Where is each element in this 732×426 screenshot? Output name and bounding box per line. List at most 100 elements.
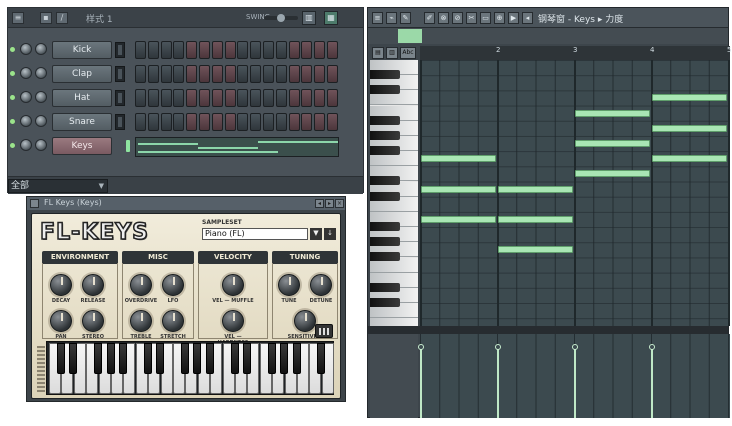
- step-button[interactable]: [263, 113, 274, 131]
- swing-slider-handle[interactable]: [277, 14, 285, 22]
- step-button[interactable]: [173, 113, 185, 131]
- menu-icon[interactable]: ≡: [12, 12, 24, 24]
- note-names-icon[interactable]: Abc: [400, 47, 416, 59]
- piano-roll-keys[interactable]: [370, 60, 418, 334]
- black-key[interactable]: [94, 343, 103, 374]
- channel-pan-knob[interactable]: [35, 43, 47, 55]
- black-key[interactable]: [143, 343, 152, 374]
- step-button[interactable]: [314, 41, 326, 59]
- step-button[interactable]: [288, 113, 300, 131]
- channel-select-led[interactable]: [126, 140, 130, 152]
- event-editor-divider[interactable]: [368, 326, 728, 334]
- swing-slider[interactable]: [264, 14, 298, 22]
- piano-black-key[interactable]: [370, 115, 400, 125]
- step-button[interactable]: [199, 65, 210, 83]
- black-key[interactable]: [193, 343, 202, 374]
- mute-icon[interactable]: ⊘: [452, 12, 463, 24]
- piano-black-key[interactable]: [370, 191, 400, 201]
- knob-control[interactable]: [310, 274, 332, 296]
- step-button[interactable]: [135, 65, 146, 83]
- step-button[interactable]: [237, 113, 249, 131]
- step-button[interactable]: [173, 41, 185, 59]
- note[interactable]: [498, 246, 573, 254]
- knob-control[interactable]: [50, 310, 72, 332]
- step-button[interactable]: [211, 113, 223, 131]
- timeline-ruler[interactable]: 2 3 4 5: [420, 46, 731, 60]
- step-button[interactable]: [186, 113, 198, 131]
- step-button[interactable]: [237, 65, 249, 83]
- black-key[interactable]: [69, 343, 78, 374]
- channel-led-icon[interactable]: [10, 119, 15, 124]
- knob-control[interactable]: [82, 274, 104, 296]
- channel-led-icon[interactable]: [10, 71, 15, 76]
- step-button[interactable]: [135, 41, 146, 59]
- channel-volume-knob[interactable]: [20, 91, 32, 103]
- note[interactable]: [652, 94, 727, 102]
- velocity-stem[interactable]: [497, 346, 499, 418]
- note[interactable]: [652, 155, 727, 163]
- step-button[interactable]: [160, 113, 172, 131]
- velocity-stem[interactable]: [574, 346, 576, 418]
- step-button[interactable]: [275, 89, 287, 107]
- graph-icon[interactable]: ∕: [56, 12, 68, 24]
- black-key[interactable]: [317, 343, 326, 374]
- step-button[interactable]: [224, 113, 236, 131]
- step-button[interactable]: [250, 113, 262, 131]
- black-key[interactable]: [57, 343, 65, 374]
- step-button[interactable]: [250, 65, 262, 83]
- delete-icon[interactable]: ⊗: [438, 12, 449, 24]
- step-button[interactable]: [211, 65, 223, 83]
- piano-black-key[interactable]: [370, 70, 400, 79]
- chevron-down-icon[interactable]: ▼: [310, 228, 322, 240]
- black-key[interactable]: [119, 343, 127, 374]
- step-button[interactable]: [135, 89, 146, 107]
- knob-control[interactable]: [278, 274, 300, 296]
- step-button[interactable]: [275, 113, 287, 131]
- zoom-icon[interactable]: ⊕: [494, 12, 505, 24]
- velocity-stem[interactable]: [651, 346, 653, 418]
- channel-name-button[interactable]: Snare: [52, 113, 112, 131]
- pattern-selector[interactable]: 样式 1: [86, 12, 113, 25]
- channel-pan-knob[interactable]: [35, 115, 47, 127]
- piano-black-key[interactable]: [370, 237, 400, 247]
- piano-black-key[interactable]: [370, 85, 400, 95]
- step-button[interactable]: [314, 89, 326, 107]
- plugin-menu-icon[interactable]: [30, 199, 39, 208]
- close-icon[interactable]: ×: [335, 199, 344, 208]
- step-button[interactable]: [147, 41, 159, 59]
- prev-preset-icon[interactable]: ◂: [315, 199, 324, 208]
- step-button[interactable]: [288, 65, 300, 83]
- velocity-stem[interactable]: [420, 346, 422, 418]
- channel-led-icon[interactable]: [10, 47, 15, 52]
- black-key[interactable]: [292, 343, 301, 374]
- note[interactable]: [421, 185, 496, 193]
- channel-led-icon[interactable]: [10, 95, 15, 100]
- knob-control[interactable]: [130, 310, 152, 332]
- step-button[interactable]: [160, 41, 172, 59]
- keyboard-icon[interactable]: [315, 324, 333, 338]
- menu-icon[interactable]: ≡: [372, 12, 383, 24]
- note[interactable]: [575, 170, 650, 178]
- channel-name-button[interactable]: Keys: [52, 137, 112, 155]
- step-button[interactable]: [147, 113, 159, 131]
- sampleset-menu-icon[interactable]: ↓: [324, 228, 336, 240]
- channel-name-button[interactable]: Hat: [52, 89, 112, 107]
- note[interactable]: [575, 140, 650, 147]
- note[interactable]: [498, 216, 573, 223]
- channel-volume-knob[interactable]: [20, 43, 32, 55]
- step-button[interactable]: [288, 89, 300, 107]
- pencil-icon[interactable]: ✎: [400, 12, 411, 24]
- step-button[interactable]: [199, 113, 210, 131]
- knob-control[interactable]: [130, 274, 152, 296]
- graph-editor-button[interactable]: ▥: [302, 11, 316, 25]
- black-key[interactable]: [106, 343, 115, 374]
- step-button[interactable]: [173, 65, 185, 83]
- step-button[interactable]: [224, 41, 236, 59]
- black-key[interactable]: [243, 343, 251, 374]
- step-button[interactable]: [199, 89, 210, 107]
- step-button[interactable]: [160, 89, 172, 107]
- step-button[interactable]: [263, 41, 274, 59]
- black-key[interactable]: [181, 343, 189, 374]
- channel-led-icon[interactable]: [10, 143, 15, 148]
- piano-black-key[interactable]: [370, 298, 400, 307]
